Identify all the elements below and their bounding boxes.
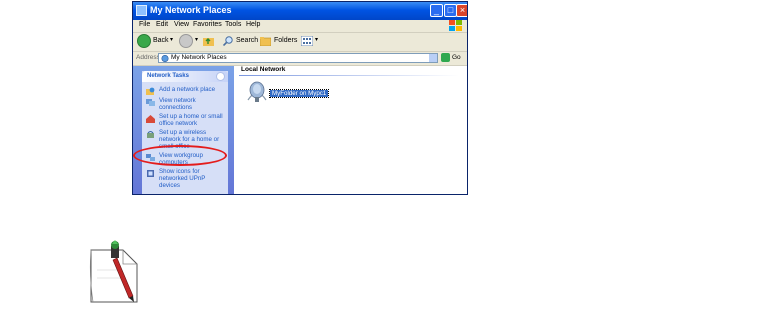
- go-button[interactable]: Go: [452, 54, 461, 61]
- title-bar[interactable]: My Network Places _ □ ×: [133, 2, 467, 20]
- menu-view[interactable]: View: [174, 21, 189, 28]
- menu-bar: File Edit View Favorites Tools Help: [133, 20, 467, 33]
- back-dropdown-icon[interactable]: ▾: [170, 36, 173, 43]
- search-icon[interactable]: [223, 36, 234, 46]
- network-tasks-panel: Network Tasks Add a network place View n…: [142, 71, 228, 194]
- folders-icon[interactable]: [260, 36, 271, 46]
- views-dropdown-icon[interactable]: ▾: [315, 36, 318, 43]
- wireless-network-icon: [147, 131, 154, 138]
- add-network-place-icon: [146, 87, 155, 95]
- task-label: Set up a home or small office network: [159, 113, 223, 128]
- task-label: View network connections: [159, 97, 196, 112]
- address-field[interactable]: My Network Places: [158, 53, 438, 63]
- address-bar: Address My Network Places Go: [133, 52, 467, 66]
- note-pencil-icon: [89, 240, 138, 303]
- menu-favorites[interactable]: Favorites: [193, 21, 222, 28]
- task-label: Add a network place: [159, 86, 216, 93]
- network-tasks-title: Network Tasks: [147, 73, 189, 79]
- go-arrow-icon[interactable]: [441, 53, 450, 62]
- menu-edit[interactable]: Edit: [156, 21, 168, 28]
- forward-arrow-icon[interactable]: [179, 34, 193, 48]
- network-folder-label[interactable]: MyFolder on Mypc1: [268, 89, 330, 98]
- address-dropdown-icon[interactable]: [429, 54, 437, 62]
- network-tasks-header[interactable]: Network Tasks: [142, 71, 228, 82]
- search-button[interactable]: Search: [236, 37, 258, 44]
- forward-dropdown-icon[interactable]: ▾: [195, 36, 198, 43]
- section-divider: [239, 75, 459, 76]
- task-label: Show icons for networked UPnP devices: [159, 168, 206, 190]
- folders-button[interactable]: Folders: [274, 37, 297, 44]
- back-arrow-icon[interactable]: [137, 34, 151, 48]
- menu-file[interactable]: File: [139, 21, 150, 28]
- collapse-chevron-icon[interactable]: [216, 72, 225, 81]
- highlight-ellipse: [133, 145, 227, 166]
- network-places-icon: [136, 5, 147, 16]
- windows-logo-icon: [449, 20, 462, 31]
- address-label: Address: [136, 54, 160, 61]
- menu-tools[interactable]: Tools: [225, 21, 241, 28]
- network-globe-icon: [161, 55, 169, 62]
- upnp-devices-icon: [147, 170, 154, 177]
- window-title: My Network Places: [150, 5, 232, 15]
- close-button[interactable]: ×: [456, 4, 467, 17]
- minimize-button[interactable]: _: [430, 4, 443, 17]
- network-connections-icon: [146, 99, 155, 106]
- menu-help[interactable]: Help: [246, 21, 260, 28]
- local-network-heading: Local Network: [241, 66, 286, 73]
- content-pane: Local Network MyFolder on Mypc1: [234, 66, 467, 194]
- address-value: My Network Places: [171, 54, 227, 61]
- up-folder-icon[interactable]: [203, 36, 214, 46]
- views-icon[interactable]: [301, 36, 313, 46]
- task-pane: Network Tasks Add a network place View n…: [133, 66, 234, 194]
- toolbar: Back ▾ ▾ Search Folders ▾: [133, 33, 467, 52]
- home-network-icon: [146, 115, 155, 123]
- back-button[interactable]: Back: [153, 37, 169, 44]
- network-folder-icon[interactable]: [246, 80, 268, 104]
